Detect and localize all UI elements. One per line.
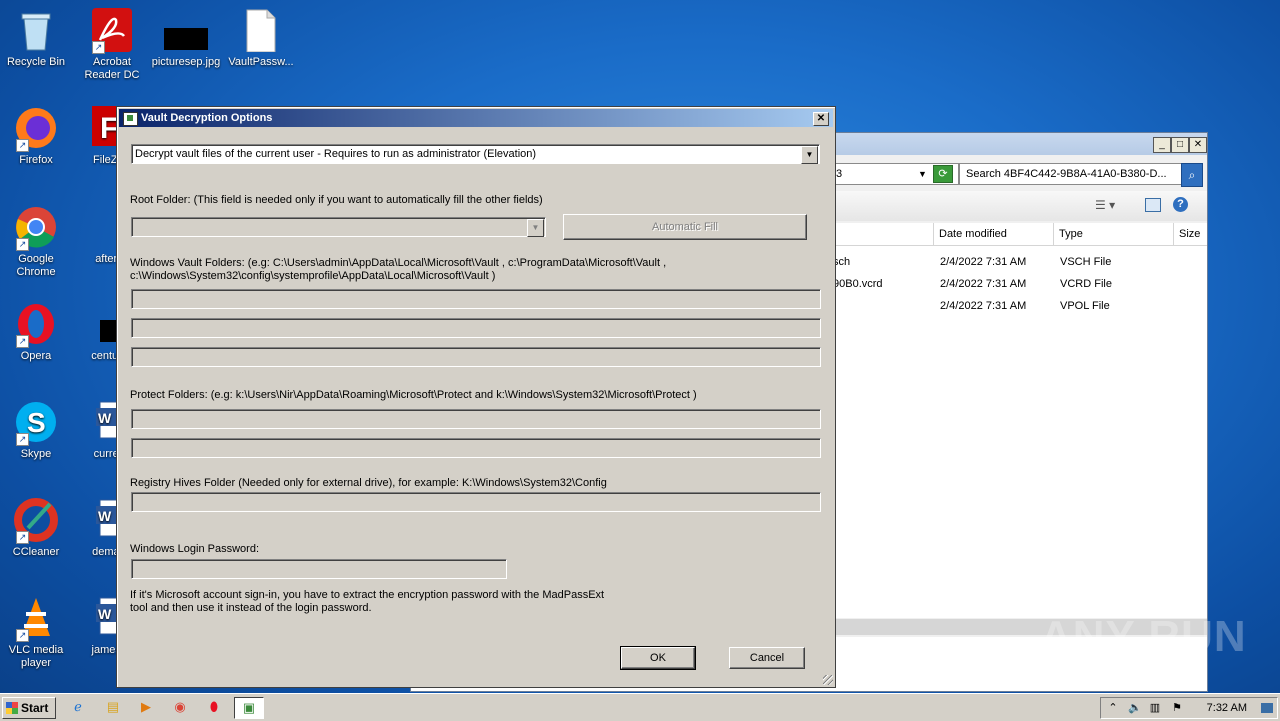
dialog-title: Vault Decryption Options — [141, 112, 273, 124]
automatic-fill-button[interactable]: Automatic Fill — [563, 214, 807, 240]
vault-decryption-dialog: Vault Decryption Options ✕ Decrypt vault… — [116, 106, 836, 688]
media-player-icon[interactable]: ▶ — [134, 697, 158, 717]
ok-button[interactable]: OK — [620, 646, 696, 670]
taskbar: Start ℯ ▤ ▶ ◉ ⬮ ▣ ⌃ 🔈 ▥ ⚑ 7:32 AM — [0, 693, 1280, 721]
desktop-icon-opera[interactable]: ↗ Opera — [1, 302, 71, 363]
svg-text:W: W — [98, 508, 112, 524]
root-folder-select[interactable]: ▼ — [131, 217, 546, 237]
help-icon[interactable]: ? — [1173, 197, 1188, 212]
search-input[interactable]: Search 4BF4C442-9B8A-41A0-B380-D... — [959, 163, 1185, 185]
search-icon[interactable]: ⌕ — [1181, 163, 1203, 187]
folder-icon[interactable]: ▤ — [101, 697, 125, 717]
vault-folder-field-1[interactable] — [131, 289, 821, 309]
opera-icon[interactable]: ⬮ — [202, 697, 226, 717]
vault-folders-label: Windows Vault Folders: (e.g: C:\Users\ad… — [130, 257, 667, 269]
chrome-icon: ↗ — [14, 205, 58, 251]
view-options-icon[interactable]: ☰ ▾ — [1095, 198, 1115, 212]
resize-grip[interactable] — [823, 675, 833, 685]
chevron-up-icon[interactable]: ⌃ — [1105, 700, 1121, 716]
opera-icon: ↗ — [14, 302, 58, 348]
vault-folder-field-3[interactable] — [131, 347, 821, 367]
watermark: ANY RUN — [1040, 612, 1247, 661]
preview-pane-icon[interactable] — [1145, 198, 1161, 212]
svg-text:S: S — [27, 407, 46, 438]
column-size[interactable]: Size — [1175, 223, 1207, 245]
desktop-icon-ccleaner[interactable]: ↗ CCleaner — [1, 498, 71, 559]
refresh-button[interactable]: ⟳ — [933, 165, 953, 183]
desktop-icon-picturesep[interactable]: picturesep.jpg — [151, 8, 221, 69]
protect-folder-field-2[interactable] — [131, 438, 821, 458]
flag-icon[interactable]: ⚑ — [1169, 700, 1185, 716]
close-button[interactable]: ✕ — [1189, 137, 1207, 153]
desktop-icon-skype[interactable]: S ↗ Skype — [1, 400, 71, 461]
desktop-icon-firefox[interactable]: ↗ Firefox — [1, 106, 71, 167]
protect-folders-label: Protect Folders: (e.g: k:\Users\Nir\AppD… — [130, 389, 697, 401]
desktop-icon-vaultpassw[interactable]: VaultPassw... — [226, 8, 296, 69]
start-button[interactable]: Start — [2, 697, 56, 719]
skype-icon: S ↗ — [14, 400, 58, 446]
protect-folder-field-1[interactable] — [131, 409, 821, 429]
root-folder-label: Root Folder: (This field is needed only … — [130, 194, 543, 206]
svg-text:W: W — [98, 410, 112, 426]
internet-explorer-icon[interactable]: ℯ — [66, 697, 90, 717]
chevron-down-icon[interactable]: ▼ — [801, 146, 818, 164]
desktop-icon-chrome[interactable]: ↗ Google Chrome — [1, 205, 71, 279]
decryption-mode-select[interactable]: Decrypt vault files of the current user … — [131, 144, 820, 164]
registry-hives-label: Registry Hives Folder (Needed only for e… — [130, 477, 607, 489]
login-password-label: Windows Login Password: — [130, 543, 260, 555]
clock[interactable]: 7:32 AM — [1207, 698, 1247, 718]
show-desktop-icon[interactable] — [1261, 703, 1273, 713]
volume-icon[interactable]: 🔈 — [1127, 700, 1143, 716]
windows-logo-icon — [6, 702, 18, 714]
vault-tool-task-icon[interactable]: ▣ — [234, 697, 264, 719]
minimize-button[interactable]: _ — [1153, 137, 1171, 153]
acrobat-icon: ↗ — [90, 8, 134, 54]
firefox-icon: ↗ — [14, 106, 58, 152]
chevron-down-icon[interactable]: ▼ — [918, 164, 927, 184]
svg-text:W: W — [98, 606, 112, 622]
recycle-bin-icon — [14, 8, 58, 52]
column-date-modified[interactable]: Date modified — [935, 223, 1054, 245]
app-icon — [123, 112, 138, 126]
chevron-down-icon[interactable]: ▼ — [527, 219, 544, 237]
maximize-button[interactable]: □ — [1171, 137, 1189, 153]
desktop-icon-acrobat[interactable]: ↗ Acrobat Reader DC — [77, 8, 147, 82]
ccleaner-icon: ↗ — [14, 498, 58, 544]
vlc-icon: ↗ — [14, 596, 58, 642]
chrome-icon[interactable]: ◉ — [168, 697, 192, 717]
system-tray: ⌃ 🔈 ▥ ⚑ 7:32 AM — [1100, 697, 1278, 719]
document-file-icon — [239, 8, 283, 53]
vault-folder-field-2[interactable] — [131, 318, 821, 338]
vault-folders-label-cont: c:\Windows\System32\config\systemprofile… — [130, 270, 496, 282]
microsoft-account-note-cont: tool and then use it instead of the logi… — [130, 602, 372, 614]
login-password-field[interactable] — [131, 559, 507, 579]
close-button[interactable]: ✕ — [813, 112, 829, 126]
network-icon[interactable]: ▥ — [1147, 700, 1163, 716]
cancel-button[interactable]: Cancel — [729, 647, 805, 669]
desktop-icon-recycle-bin[interactable]: Recycle Bin — [1, 8, 71, 69]
desktop-icon-vlc[interactable]: ↗ VLC media player — [1, 596, 71, 670]
column-type[interactable]: Type — [1055, 223, 1174, 245]
registry-hives-field[interactable] — [131, 492, 821, 512]
image-file-icon — [164, 8, 208, 52]
dialog-titlebar[interactable]: Vault Decryption Options ✕ — [119, 109, 833, 127]
microsoft-account-note: If it's Microsoft account sign-in, you h… — [130, 589, 605, 601]
